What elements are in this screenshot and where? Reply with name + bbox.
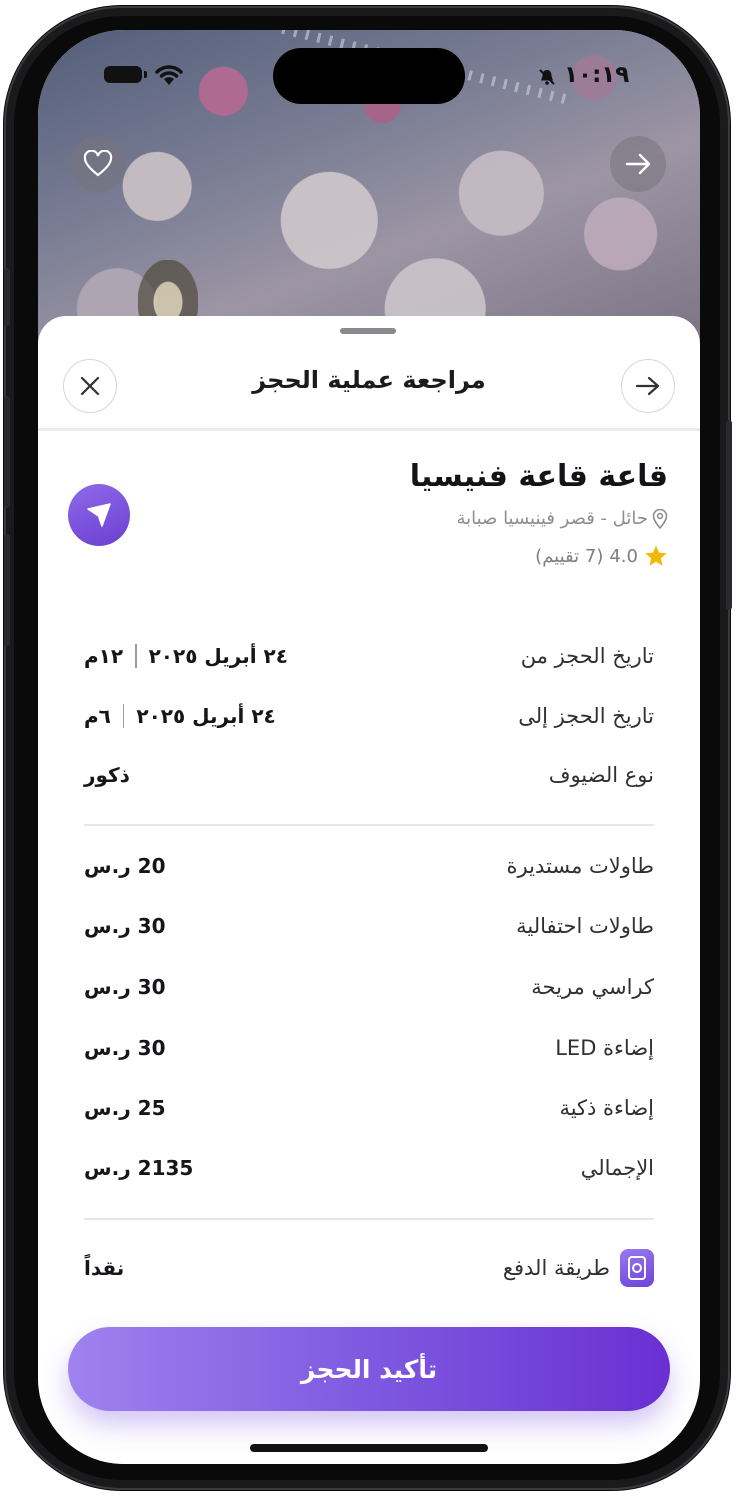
booking-to-value: ٢٤ أبريل ٢٠٢٥ ٦م <box>84 704 276 728</box>
confirm-booking-button[interactable]: تأكيد الحجز <box>68 1327 670 1411</box>
sheet-grabber[interactable] <box>340 328 396 334</box>
phone-side-button-volume-down <box>4 534 10 646</box>
item-row-party-tables: 30 ر.س طاولات احتفالية <box>84 906 654 946</box>
star-icon <box>645 545 667 566</box>
payment-method-label: طريقة الدفع <box>503 1249 654 1287</box>
booking-review-sheet: مراجعة عملية الحجز قاعة قاعة فنيسيا حائل… <box>38 316 700 1464</box>
item-row-smart-lighting: 25 ر.س إضاءة ذكية <box>84 1088 654 1128</box>
battery-icon <box>104 66 147 83</box>
payment-method-row[interactable]: نقداً طريقة الدفع <box>84 1248 654 1288</box>
venue-rating: 4.0 (7 تقييم) <box>535 544 668 568</box>
value-separator <box>122 704 125 728</box>
home-indicator[interactable] <box>250 1444 488 1452</box>
guest-type-value: ذكور <box>84 763 130 787</box>
booking-from-value: ٢٤ أبريل ٢٠٢٥ ١٢م <box>84 644 288 668</box>
phone-side-button-mute <box>4 268 10 326</box>
screen: ١٠:١٩ مراجعة عملية الحجز قاعة قاعة فنيسي… <box>38 30 700 1464</box>
venue-location-text: حائل - قصر فينيسيا صبابة <box>456 508 648 529</box>
payment-method-value: نقداً <box>84 1256 125 1280</box>
back-arrow-icon <box>635 376 660 396</box>
rating-value: 4.0 <box>609 545 638 567</box>
back-button[interactable] <box>621 359 675 413</box>
share-arrow-icon <box>625 153 651 175</box>
phone-side-button-power <box>726 420 732 610</box>
directions-button[interactable] <box>68 484 130 546</box>
dynamic-island <box>273 48 465 104</box>
item-price: 30 ر.س <box>84 975 166 999</box>
item-price: 20 ر.س <box>84 854 166 878</box>
status-time: ١٠:١٩ <box>564 62 630 88</box>
total-row: 2135 ر.س الإجمالي <box>84 1148 654 1188</box>
item-row-led-lighting: 30 ر.س إضاءة LED <box>84 1028 654 1068</box>
booking-from-time: ١٢م <box>84 644 124 668</box>
sheet-header: مراجعة عملية الحجز <box>38 340 700 431</box>
venue-location: حائل - قصر فينيسيا صبابة <box>456 508 668 529</box>
booking-to-time: ٦م <box>84 704 111 728</box>
total-price: 2135 ر.س <box>84 1156 194 1180</box>
item-row-comfy-chairs: 30 ر.س كراسي مريحة <box>84 967 654 1007</box>
value-separator <box>135 644 137 668</box>
booking-to-date: ٢٤ أبريل ٢٠٢٥ <box>136 704 276 728</box>
guest-type-row: ذكور نوع الضيوف <box>84 755 654 795</box>
item-price: 30 ر.س <box>84 1036 166 1060</box>
venue-name: قاعة قاعة فنيسيا <box>409 459 668 494</box>
location-pin-icon <box>652 508 668 529</box>
rating-count: (7 تقييم) <box>535 545 604 567</box>
booking-from-date: ٢٤ أبريل ٢٠٢٥ <box>148 644 288 668</box>
sheet-title: مراجعة عملية الحجز <box>252 366 486 394</box>
item-price: 30 ر.س <box>84 914 166 938</box>
payment-icon <box>620 1249 654 1287</box>
booking-to-row: ٢٤ أبريل ٢٠٢٥ ٦م تاريخ الحجز إلى <box>84 696 654 736</box>
hero-back-button[interactable] <box>610 136 666 192</box>
payment-method-label-text: طريقة الدفع <box>502 1256 610 1280</box>
confirm-booking-label: تأكيد الحجز <box>300 1354 438 1384</box>
item-label: طاولات مستديرة <box>506 854 654 878</box>
divider <box>84 824 654 826</box>
total-label: الإجمالي <box>580 1156 654 1180</box>
booking-to-label: تاريخ الحجز إلى <box>518 704 654 728</box>
heart-icon <box>83 150 113 177</box>
booking-from-label: تاريخ الحجز من <box>520 644 654 668</box>
bell-slash-icon <box>539 69 555 85</box>
item-label: كراسي مريحة <box>531 975 654 999</box>
favorite-button[interactable] <box>70 136 126 192</box>
guest-type-label: نوع الضيوف <box>548 763 654 787</box>
item-price: 25 ر.س <box>84 1096 166 1120</box>
item-label: إضاءة LED <box>555 1036 654 1060</box>
divider <box>84 1218 654 1220</box>
item-label: طاولات احتفالية <box>516 914 654 938</box>
navigation-icon <box>87 503 111 527</box>
booking-from-row: ٢٤ أبريل ٢٠٢٥ ١٢م تاريخ الحجز من <box>84 636 654 676</box>
item-label: إضاءة ذكية <box>559 1096 654 1120</box>
phone-side-button-volume-up <box>4 396 10 508</box>
wifi-icon <box>155 65 183 85</box>
item-row-round-tables: 20 ر.س طاولات مستديرة <box>84 846 654 886</box>
